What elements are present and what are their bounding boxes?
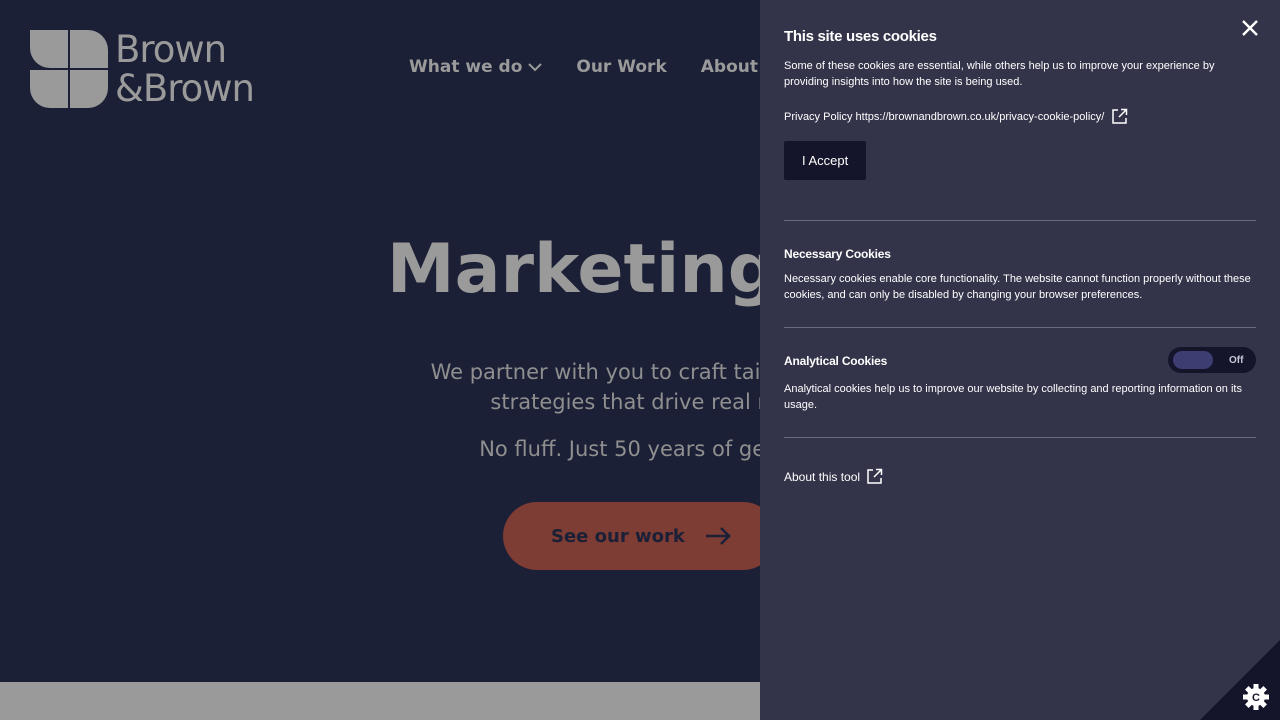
nav-item-our-work[interactable]: Our Work — [576, 57, 666, 77]
logo-line-1: Brown — [115, 28, 227, 71]
close-icon[interactable] — [1240, 18, 1260, 38]
about-this-tool-label: About this tool — [784, 469, 861, 484]
svg-text:C: C — [1252, 692, 1260, 704]
privacy-policy-link[interactable]: Privacy Policy https://brownandbrown.co.… — [784, 108, 1256, 125]
cookie-settings-badge[interactable]: C — [1200, 640, 1280, 720]
logo-line-2: &Brown — [115, 67, 255, 110]
nav-item-label: Our Work — [576, 57, 667, 77]
logo-mark-icon — [30, 30, 108, 108]
accept-cookies-button[interactable]: I Accept — [784, 141, 867, 180]
external-link-icon — [1112, 108, 1128, 124]
necessary-cookies-title: Necessary Cookies — [784, 247, 891, 261]
chevron-down-icon — [528, 63, 543, 72]
cta-label: See our work — [551, 525, 685, 547]
nav-item-label: What we do — [409, 57, 523, 77]
analytical-cookies-toggle[interactable]: Off — [1168, 347, 1256, 373]
cookie-panel-title: This site uses cookies — [784, 28, 937, 45]
about-this-tool-link[interactable]: About this tool — [784, 468, 1256, 485]
brand-logo[interactable]: Brown &Brown — [30, 30, 280, 108]
external-link-icon — [867, 468, 883, 484]
see-our-work-button[interactable]: See our work — [503, 502, 777, 570]
cookie-intro-text: Some of these cookies are essential, whi… — [784, 60, 1215, 88]
divider — [784, 437, 1256, 438]
arrow-right-icon — [705, 527, 731, 545]
toggle-knob — [1173, 351, 1213, 369]
toggle-state-label: Off — [1229, 354, 1244, 366]
necessary-cookies-text: Necessary cookies enable core functional… — [784, 273, 1251, 301]
privacy-policy-text: Privacy Policy https://brownandbrown.co.… — [784, 110, 1105, 123]
nav-item-what-we-do[interactable]: What we do — [409, 57, 543, 77]
gear-icon: C — [1243, 684, 1269, 710]
logo-wordmark: Brown &Brown — [115, 28, 255, 110]
necessary-cookies-section: Necessary Cookies Necessary cookies enab… — [784, 221, 1256, 303]
analytical-cookies-text: Analytical cookies help us to improve ou… — [784, 383, 1242, 411]
cookie-consent-panel: This site uses cookies Some of these coo… — [760, 0, 1280, 720]
